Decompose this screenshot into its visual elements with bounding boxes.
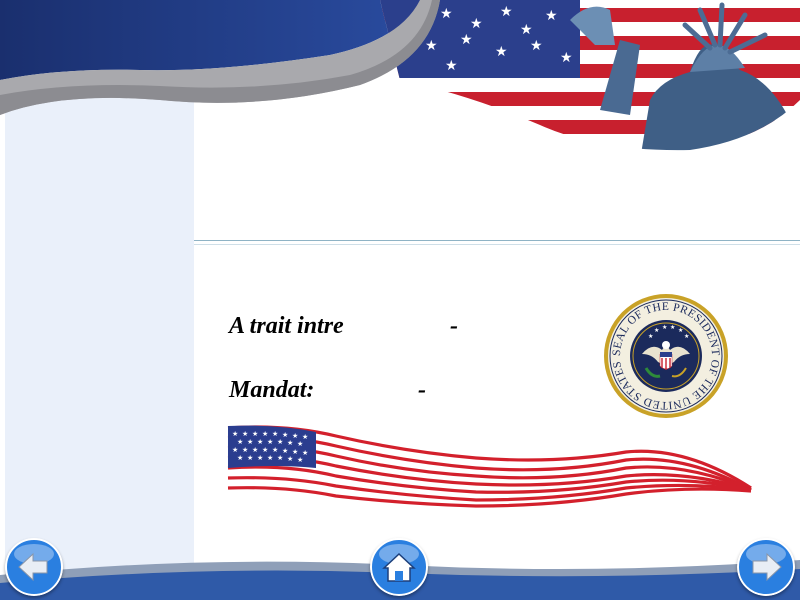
svg-text:★: ★	[648, 333, 653, 340]
svg-text:★: ★	[267, 454, 273, 462]
presidential-seal-image: SEAL OF THE PRESIDENT OF THE UNITED STAT…	[604, 294, 728, 418]
svg-text:★: ★	[237, 454, 243, 462]
svg-text:★: ★	[662, 324, 667, 331]
content-divider-line-secondary	[194, 244, 800, 245]
svg-text:★: ★	[297, 440, 303, 448]
served-between-label: A trait intre	[229, 313, 344, 339]
svg-text:★: ★	[242, 430, 248, 438]
content-divider-line	[194, 240, 800, 241]
svg-text:★: ★	[247, 454, 253, 462]
svg-text:★: ★	[670, 324, 675, 331]
svg-text:★: ★	[460, 32, 473, 48]
svg-text:★: ★	[530, 38, 543, 54]
svg-text:★: ★	[560, 50, 573, 66]
svg-text:★: ★	[495, 44, 508, 60]
svg-text:★: ★	[520, 22, 533, 38]
svg-text:★: ★	[287, 455, 293, 463]
waving-us-flag-image: ★ ★ ★ ★ ★ ★ ★ ★ ★ ★ ★ ★ ★ ★ ★ ★ ★ ★ ★ ★ ★ ★ ★ ★ ★ ★ ★ ★ ★ ★	[227, 425, 752, 508]
served-between-value: -	[450, 313, 458, 339]
svg-text:★: ★	[237, 438, 243, 446]
svg-text:★: ★	[247, 438, 253, 446]
svg-text:★: ★	[500, 4, 513, 20]
svg-text:★: ★	[277, 438, 283, 446]
svg-text:★: ★	[545, 8, 558, 24]
svg-text:★: ★	[262, 446, 268, 454]
svg-text:★: ★	[470, 16, 483, 32]
svg-text:★: ★	[267, 438, 273, 446]
mandate-value: -	[418, 377, 426, 403]
mandate-label: Mandat:	[229, 377, 315, 403]
svg-text:★: ★	[232, 430, 238, 438]
svg-text:★: ★	[678, 327, 683, 334]
svg-text:★: ★	[257, 438, 263, 446]
svg-text:★: ★	[272, 446, 278, 454]
svg-text:★: ★	[252, 446, 258, 454]
svg-text:★: ★	[654, 327, 659, 334]
svg-text:★: ★	[445, 58, 458, 74]
svg-text:★: ★	[242, 446, 248, 454]
svg-text:★: ★	[287, 439, 293, 447]
svg-text:★: ★	[684, 333, 689, 340]
svg-text:★: ★	[252, 430, 258, 438]
svg-text:★: ★	[425, 38, 438, 54]
home-button[interactable]	[370, 538, 428, 596]
previous-button[interactable]	[5, 538, 63, 596]
svg-text:★: ★	[257, 454, 263, 462]
svg-text:★: ★	[232, 446, 238, 454]
next-button[interactable]	[737, 538, 795, 596]
svg-text:★: ★	[262, 430, 268, 438]
svg-text:★: ★	[272, 430, 278, 438]
svg-text:★: ★	[277, 454, 283, 462]
header-banner: ★★★ ★★★ ★★★ ★★★	[0, 0, 800, 151]
svg-text:★: ★	[440, 6, 453, 22]
svg-text:★: ★	[297, 456, 303, 464]
